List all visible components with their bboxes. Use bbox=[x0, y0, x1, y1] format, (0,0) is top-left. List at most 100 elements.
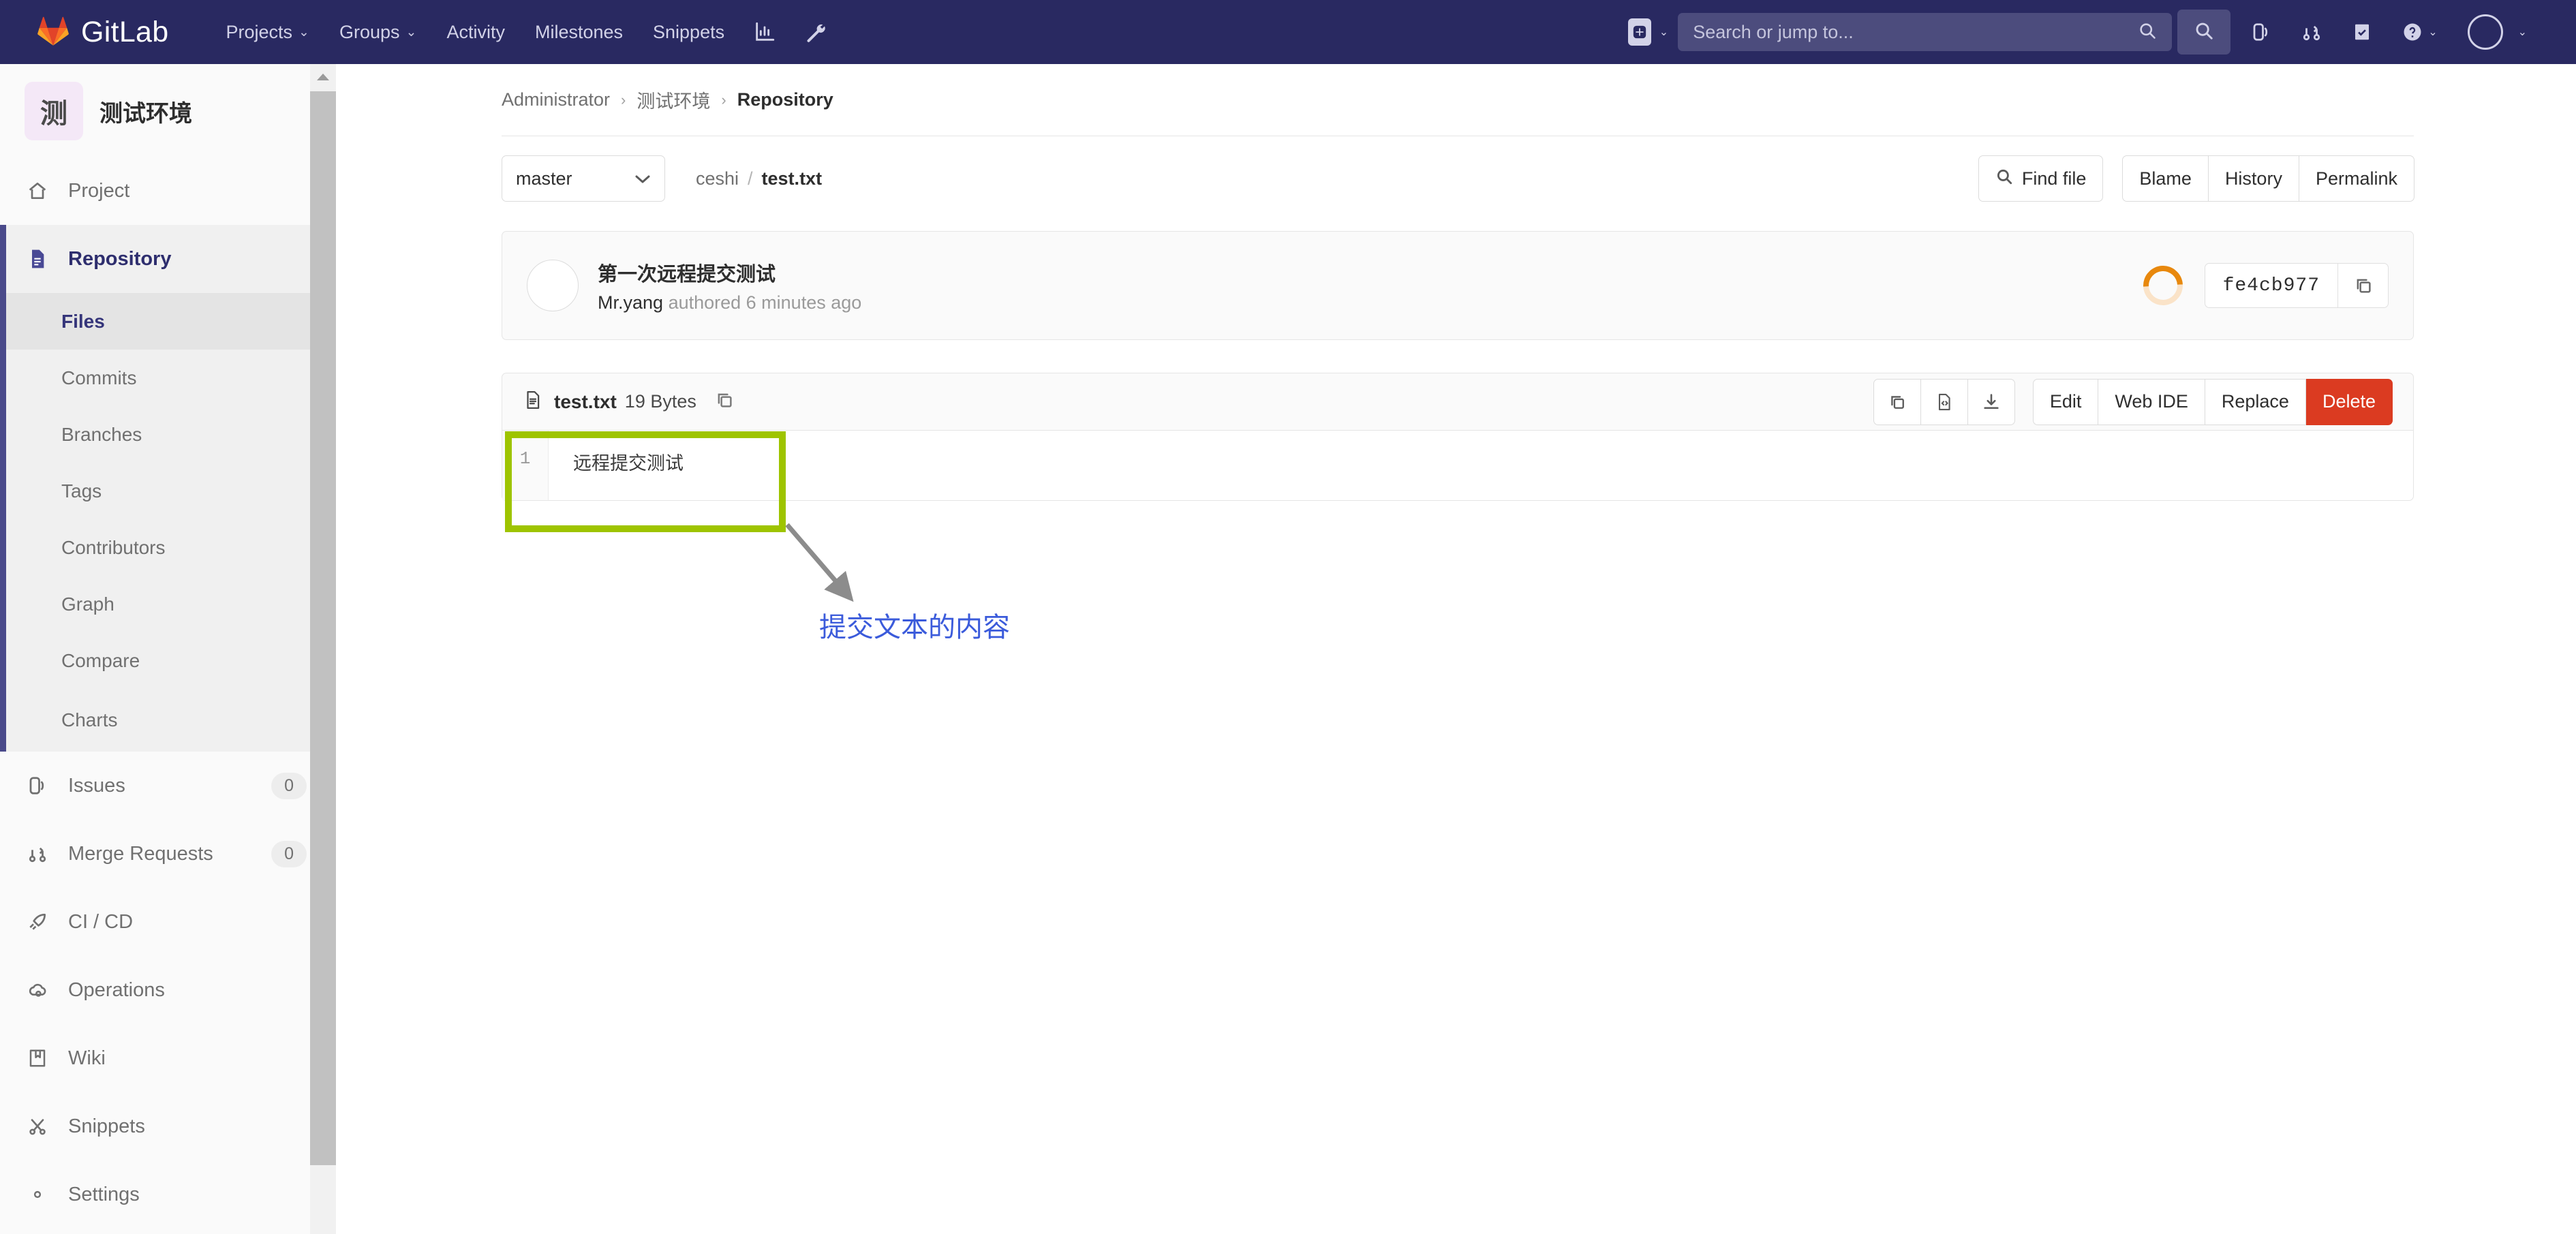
web-ide-button[interactable]: Web IDE bbox=[2098, 378, 2205, 425]
merge-requests-count-badge: 0 bbox=[271, 840, 307, 867]
gitlab-brand[interactable]: GitLab bbox=[37, 16, 169, 49]
copy-contents-icon[interactable] bbox=[1873, 378, 1921, 425]
sidebar-subitem-compare-label: Compare bbox=[61, 649, 140, 671]
sidebar-item-wiki[interactable]: Wiki bbox=[0, 1024, 335, 1092]
search-icon bbox=[2138, 21, 2157, 44]
sidebar-item-merge-requests[interactable]: Merge Requests 0 bbox=[0, 820, 335, 888]
copy-icon[interactable] bbox=[2338, 263, 2389, 308]
commit-title[interactable]: 第一次远程提交测试 bbox=[598, 258, 861, 287]
sidebar-item-project[interactable]: Project bbox=[0, 157, 335, 225]
blob-header: test.txt 19 Bytes Edit Web IDE Replace D… bbox=[502, 373, 2414, 430]
line-number-gutter: 1 bbox=[502, 431, 549, 500]
sidebar-scrollbar[interactable] bbox=[310, 64, 336, 1234]
sidebar-subitem-commits[interactable]: Commits bbox=[0, 350, 335, 406]
scroll-up-arrow-icon[interactable] bbox=[310, 64, 336, 90]
nav-link-milestones[interactable]: Milestones bbox=[520, 0, 638, 64]
sidebar-item-issues[interactable]: Issues 0 bbox=[0, 752, 335, 820]
sidebar-item-repository[interactable]: Repository bbox=[0, 225, 335, 293]
nav-link-snippets[interactable]: Snippets bbox=[638, 0, 739, 64]
history-button[interactable]: History bbox=[2208, 155, 2299, 202]
wrench-admin-icon[interactable] bbox=[790, 0, 840, 64]
primary-nav-links: Projects ⌄ Groups ⌄ Activity Milestones … bbox=[211, 0, 841, 64]
sidebar-subitem-branches-label: Branches bbox=[61, 423, 142, 445]
sidebar-subitem-tags[interactable]: Tags bbox=[0, 463, 335, 519]
branch-selector-value: master bbox=[516, 168, 572, 189]
code-line: 远程提交测试 bbox=[573, 455, 684, 476]
commit-author-avatar bbox=[527, 260, 579, 311]
cloud-gear-icon bbox=[25, 979, 50, 1001]
breadcrumb-owner[interactable]: Administrator bbox=[502, 89, 610, 110]
line-number[interactable]: 1 bbox=[502, 448, 548, 469]
file-blob: test.txt 19 Bytes Edit Web IDE Replace D… bbox=[502, 373, 2414, 501]
nav-link-activity[interactable]: Activity bbox=[431, 0, 520, 64]
chevron-down-icon: ⌄ bbox=[298, 25, 309, 40]
nav-link-projects[interactable]: Projects ⌄ bbox=[211, 0, 324, 64]
sidebar-item-cicd[interactable]: CI / CD bbox=[0, 888, 335, 956]
search-input[interactable] bbox=[1693, 21, 2158, 43]
commit-author[interactable]: Mr.yang bbox=[598, 292, 663, 313]
file-path-breadcrumb: ceshi / test.txt bbox=[696, 168, 822, 189]
chevron-down-icon: ⌄ bbox=[1659, 27, 1669, 38]
sidebar-item-repository-label: Repository bbox=[68, 247, 172, 270]
analytics-chart-icon[interactable] bbox=[739, 0, 790, 64]
gitlab-wordmark: GitLab bbox=[81, 15, 169, 48]
sidebar-project-header[interactable]: 测 测试环境 bbox=[0, 64, 335, 157]
file-toolbar: master ceshi / test.txt Find file Blame bbox=[336, 136, 2414, 202]
sidebar-item-settings-label: Settings bbox=[68, 1183, 140, 1205]
sidebar-item-project-label: Project bbox=[68, 179, 130, 202]
issues-icon bbox=[25, 775, 50, 796]
sidebar-subitem-graph[interactable]: Graph bbox=[0, 576, 335, 632]
sidebar-subitem-charts[interactable]: Charts bbox=[0, 689, 335, 752]
sidebar-scrollbar-thumb[interactable] bbox=[310, 91, 336, 1165]
sidebar-subitem-contributors-label: Contributors bbox=[61, 536, 166, 558]
user-menu[interactable]: ⌄ bbox=[2453, 0, 2542, 64]
sidebar-item-operations[interactable]: Operations bbox=[0, 956, 335, 1024]
global-search[interactable] bbox=[1678, 13, 2173, 51]
nav-link-projects-label: Projects bbox=[226, 21, 293, 42]
commit-meta: Mr.yang authored 6 minutes ago bbox=[598, 292, 861, 313]
copy-path-icon[interactable] bbox=[714, 390, 735, 414]
nav-link-groups[interactable]: Groups ⌄ bbox=[324, 0, 431, 64]
sidebar-item-snippets[interactable]: Snippets bbox=[0, 1092, 335, 1160]
permalink-button[interactable]: Permalink bbox=[2299, 155, 2414, 202]
issues-icon[interactable] bbox=[2236, 0, 2286, 64]
file-toolbar-actions: Find file Blame History Permalink bbox=[1978, 155, 2414, 202]
new-item-button[interactable]: ⌄ bbox=[1627, 18, 1669, 46]
help-icon[interactable]: ⌄ bbox=[2387, 0, 2452, 64]
blob-filesize: 19 Bytes bbox=[624, 391, 696, 412]
sidebar-subitem-branches[interactable]: Branches bbox=[0, 406, 335, 463]
path-directory[interactable]: ceshi bbox=[696, 168, 739, 189]
merge-requests-icon[interactable] bbox=[2286, 0, 2337, 64]
delete-button[interactable]: Delete bbox=[2305, 378, 2393, 425]
search-toggle-button[interactable] bbox=[2177, 10, 2231, 55]
sidebar-item-settings[interactable]: Settings bbox=[0, 1160, 335, 1229]
project-avatar: 测 bbox=[25, 82, 83, 140]
sidebar-item-cicd-label: CI / CD bbox=[68, 910, 134, 933]
edit-button[interactable]: Edit bbox=[2032, 378, 2099, 425]
path-filename: test.txt bbox=[761, 168, 823, 189]
rocket-icon bbox=[25, 911, 50, 933]
project-sidebar: 测 测试环境 Project Repository Files Commits … bbox=[0, 64, 336, 1234]
blob-edit-button-group: Edit Web IDE Replace Delete bbox=[2032, 378, 2393, 425]
project-name: 测试环境 bbox=[99, 100, 192, 127]
chevron-down-icon bbox=[634, 168, 651, 189]
branch-selector[interactable]: master bbox=[502, 155, 665, 202]
find-file-button[interactable]: Find file bbox=[1978, 155, 2104, 202]
sidebar-subitem-files[interactable]: Files bbox=[0, 293, 335, 350]
chevron-down-icon: ⌄ bbox=[2517, 27, 2527, 38]
sidebar-item-snippets-label: Snippets bbox=[68, 1115, 145, 1137]
todos-icon[interactable] bbox=[2337, 0, 2387, 64]
sidebar-subitem-files-label: Files bbox=[61, 310, 105, 332]
view-source-icon[interactable] bbox=[1920, 378, 1968, 425]
breadcrumb-project[interactable]: 测试环境 bbox=[637, 87, 710, 113]
download-icon[interactable] bbox=[1967, 378, 2015, 425]
sidebar-subitem-compare[interactable]: Compare bbox=[0, 632, 335, 689]
replace-button[interactable]: Replace bbox=[2205, 378, 2306, 425]
sidebar-subitem-graph-label: Graph bbox=[61, 593, 114, 615]
nav-link-snippets-label: Snippets bbox=[653, 21, 725, 42]
avatar bbox=[2467, 14, 2503, 50]
sidebar-item-merge-requests-label: Merge Requests bbox=[68, 842, 213, 865]
sidebar-subitem-contributors[interactable]: Contributors bbox=[0, 519, 335, 576]
blame-button[interactable]: Blame bbox=[2122, 155, 2209, 202]
gitlab-logo-icon bbox=[37, 16, 69, 49]
